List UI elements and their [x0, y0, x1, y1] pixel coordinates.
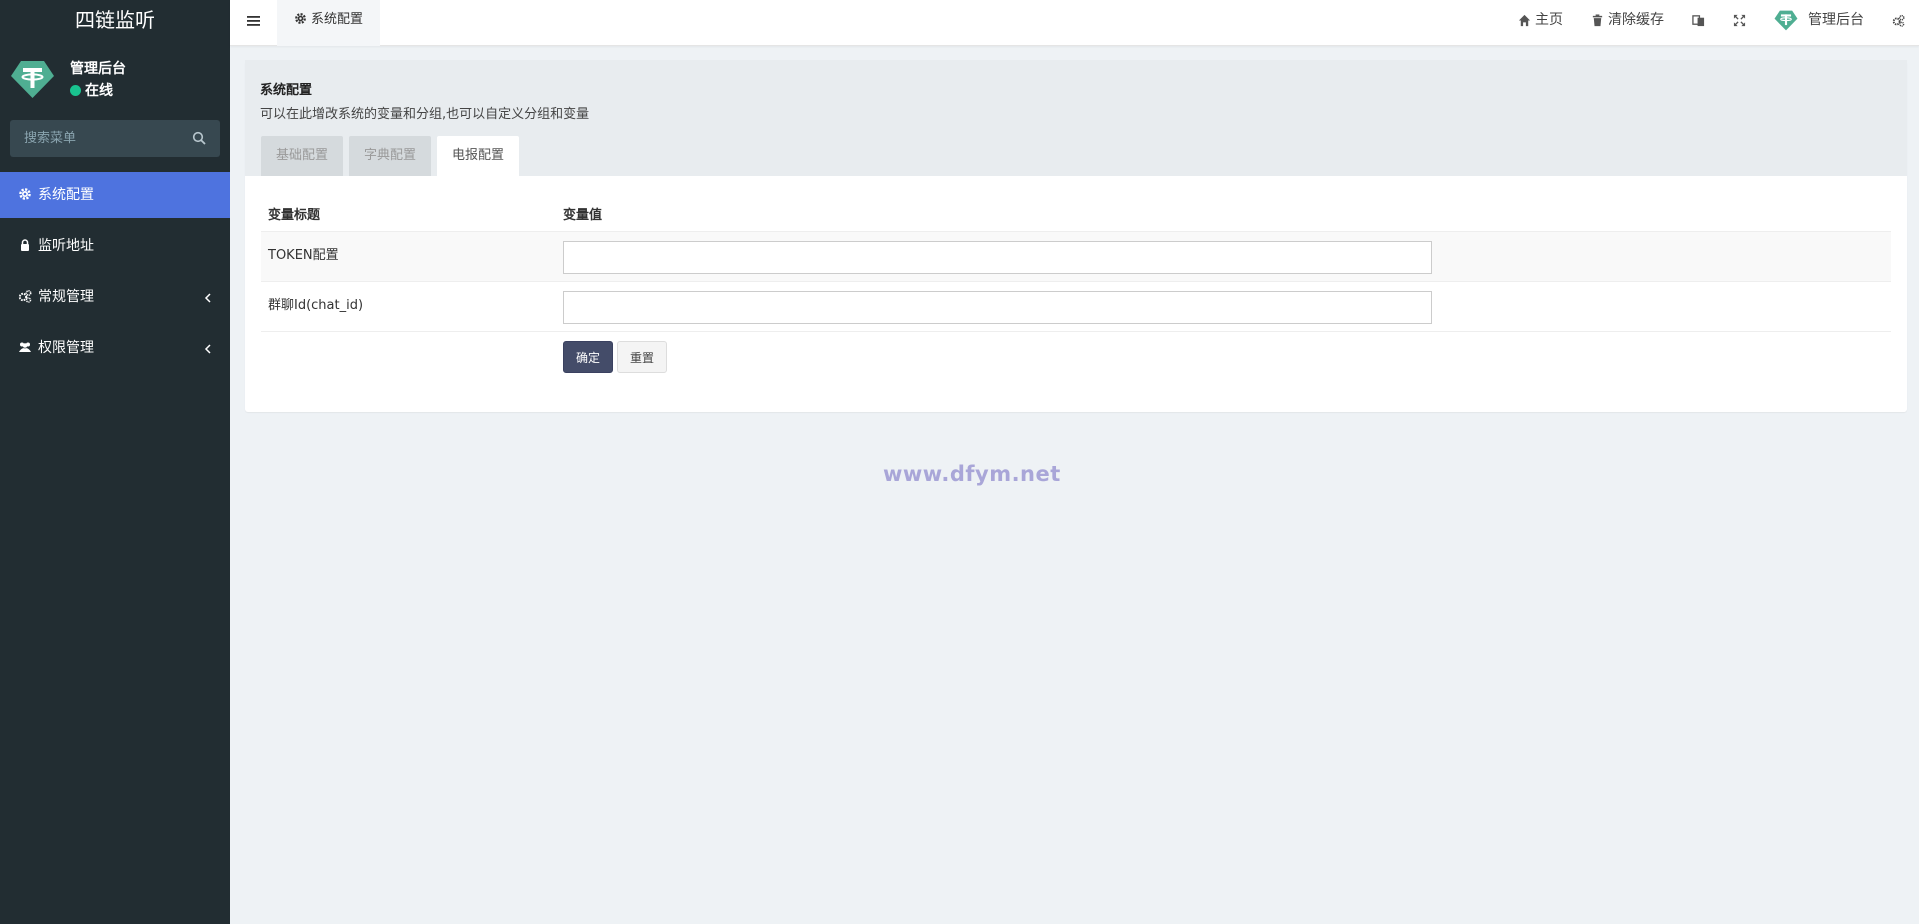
- fullscreen-icon: [1733, 14, 1746, 26]
- clear-cache-button[interactable]: 清除缓存: [1577, 0, 1678, 40]
- sidebar-menu: 系统配置 监听地址 常规管理 权限管理: [0, 172, 230, 376]
- token-input[interactable]: [563, 241, 1432, 274]
- column-header-title: 变量标题: [268, 208, 321, 223]
- users-icon: [19, 342, 31, 352]
- translate-button[interactable]: [1678, 0, 1719, 40]
- column-header-value: 变量值: [563, 208, 603, 223]
- top-header: 系统配置 主页 清除缓存 管理后台: [230, 0, 1919, 46]
- tab-telegram-config[interactable]: 电报配置: [437, 136, 520, 176]
- form-actions: 确定 重置: [261, 332, 1891, 392]
- chevron-left-icon: [204, 344, 211, 354]
- user-panel: 管理后台 在线: [0, 46, 230, 108]
- user-status-label: 在线: [85, 83, 113, 99]
- lock-icon: [21, 239, 29, 251]
- header-actions: 主页 清除缓存 管理后台: [1504, 0, 1919, 46]
- chat-id-input[interactable]: [563, 291, 1432, 324]
- sidebar-item-label: 监听地址: [38, 238, 94, 254]
- config-tabs: 基础配置 字典配置 电报配置: [261, 136, 525, 176]
- row-label-token: TOKEN配置: [268, 248, 339, 263]
- online-dot: [70, 85, 81, 96]
- table-row: TOKEN配置: [261, 232, 1891, 282]
- sidebar: 四链监听 管理后台 在线 系统配置 监听地址 常规管理 权限管理: [0, 0, 230, 924]
- reset-button[interactable]: 重置: [617, 341, 668, 373]
- clear-cache-label: 清除缓存: [1608, 12, 1664, 28]
- sidebar-item-system-config[interactable]: 系统配置: [0, 172, 230, 218]
- menu-toggle-icon[interactable]: [247, 14, 261, 28]
- config-table: 变量标题 变量值 TOKEN配置 群聊Id(chat_id) 确定 重置: [261, 190, 1891, 392]
- avatar: [11, 61, 54, 98]
- sidebar-item-label: 系统配置: [38, 187, 94, 203]
- watermark: www.dfym.net: [883, 462, 1061, 486]
- trash-icon: [1592, 13, 1603, 26]
- user-avatar-icon: [1774, 10, 1798, 31]
- cogs-icon: [18, 289, 32, 303]
- panel-description: 可以在此增改系统的变量和分组,也可以自定义分组和变量: [260, 107, 590, 122]
- gear-icon: [295, 13, 306, 24]
- submit-button[interactable]: 确定: [563, 341, 614, 373]
- table-row: 群聊Id(chat_id): [261, 282, 1891, 332]
- home-link[interactable]: 主页: [1504, 0, 1577, 40]
- app-brand[interactable]: 四链监听: [0, 0, 230, 46]
- settings-button[interactable]: [1878, 0, 1919, 40]
- fullscreen-button[interactable]: [1719, 0, 1760, 40]
- sidebar-item-permissions[interactable]: 权限管理: [0, 325, 230, 371]
- sidebar-item-general[interactable]: 常规管理: [0, 274, 230, 320]
- chevron-left-icon: [204, 293, 211, 303]
- user-status: 在线: [70, 80, 113, 100]
- user-name: 管理后台: [70, 61, 126, 77]
- config-panel: 系统配置 可以在此增改系统的变量和分组,也可以自定义分组和变量 基础配置 字典配…: [245, 60, 1907, 412]
- search-input[interactable]: [10, 120, 180, 157]
- table-header: 变量标题 变量值: [261, 190, 1891, 232]
- row-label-chat-id: 群聊Id(chat_id): [268, 298, 364, 313]
- tab-dictionary-config[interactable]: 字典配置: [349, 136, 432, 176]
- home-icon: [1518, 14, 1531, 26]
- panel-header: 系统配置 可以在此增改系统的变量和分组,也可以自定义分组和变量 基础配置 字典配…: [245, 60, 1907, 176]
- user-menu-label: 管理后台: [1808, 12, 1864, 28]
- sidebar-item-label: 常规管理: [38, 289, 94, 305]
- tab-label: 系统配置: [311, 12, 364, 27]
- tab-basic-config[interactable]: 基础配置: [261, 136, 344, 176]
- translate-icon: [1692, 14, 1705, 26]
- user-menu[interactable]: 管理后台: [1760, 0, 1878, 40]
- cogs-icon: [1892, 14, 1905, 27]
- menu-search: [10, 120, 220, 157]
- panel-title: 系统配置: [260, 83, 313, 98]
- gear-icon: [19, 188, 31, 200]
- search-icon[interactable]: [192, 131, 206, 145]
- tab-system-config[interactable]: 系统配置: [277, 0, 381, 46]
- home-label: 主页: [1535, 12, 1563, 28]
- sidebar-item-monitor-address[interactable]: 监听地址: [0, 223, 230, 269]
- sidebar-item-label: 权限管理: [38, 340, 94, 356]
